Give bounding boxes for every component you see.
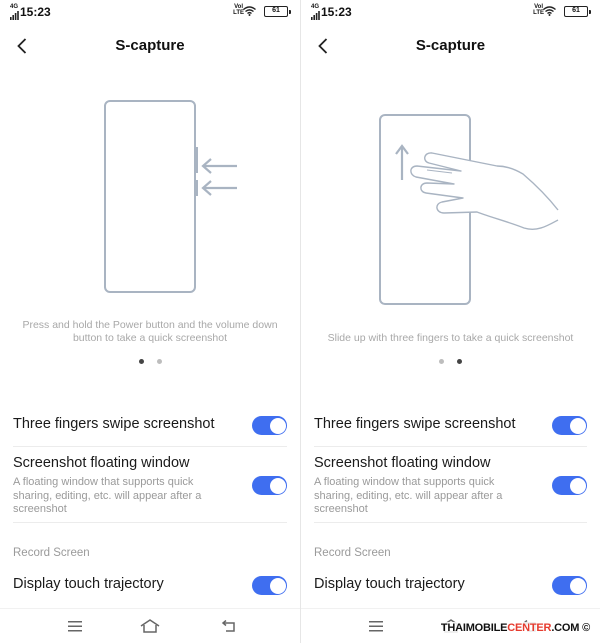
three-finger-row: Three fingers swipe screenshot (314, 416, 587, 432)
toggle-knob (569, 577, 586, 594)
divider (13, 522, 287, 523)
touch-trajectory-label: Display touch trajectory (314, 576, 465, 592)
back-icon[interactable] (218, 616, 238, 636)
record-screen-header: Record Screen (13, 547, 90, 559)
floating-window-description: A floating window that supports quick sh… (13, 476, 202, 515)
three-finger-toggle[interactable] (552, 416, 587, 435)
pager-dot-2[interactable] (156, 359, 162, 364)
wifi-icon (243, 6, 256, 16)
touch-trajectory-row: Display touch trajectory (314, 576, 587, 592)
wifi-icon (543, 6, 556, 16)
floating-window-toggle[interactable] (552, 476, 587, 495)
app-bar: S-capture (301, 26, 600, 66)
pager-dots (0, 359, 300, 367)
divider (314, 522, 587, 523)
floating-window-toggle[interactable] (252, 476, 287, 495)
signal-icon (10, 11, 19, 20)
three-finger-toggle[interactable] (252, 416, 287, 435)
touch-trajectory-row: Display touch trajectory (13, 576, 287, 592)
menu-icon[interactable] (366, 616, 386, 636)
home-icon[interactable] (140, 616, 160, 636)
battery-indicator: 61 (564, 6, 591, 17)
status-bar: 4G 15:23 Vol LTE 61 (0, 0, 300, 26)
floating-window-row: Screenshot floating window A floating wi… (314, 455, 587, 517)
floating-window-row: Screenshot floating window A floating wi… (13, 455, 287, 517)
watermark-part3: .COM (551, 622, 580, 634)
touch-trajectory-toggle[interactable] (252, 576, 287, 595)
screen-power-volume: 4G 15:23 Vol LTE 61 S-capture Press and h… (0, 0, 300, 643)
menu-icon[interactable] (65, 616, 85, 636)
pager-dot-2[interactable] (457, 359, 462, 364)
three-finger-label: Three fingers swipe screenshot (314, 416, 516, 432)
instruction-caption: Press and hold the Power button and the … (22, 319, 278, 344)
touch-trajectory-toggle[interactable] (552, 576, 587, 595)
status-time: 15:23 (321, 5, 352, 19)
pager-dot-1[interactable] (138, 359, 144, 364)
record-screen-header: Record Screen (314, 547, 391, 559)
network-type: 4G (311, 4, 320, 10)
toggle-knob (269, 577, 286, 594)
navigation-bar (0, 608, 300, 643)
battery-indicator: 61 (264, 6, 291, 17)
toggle-knob (569, 477, 586, 494)
three-finger-label: Three fingers swipe screenshot (13, 416, 215, 432)
watermark: THAIMOBILECENTER.COM © (438, 622, 592, 634)
divider (13, 446, 287, 447)
touch-trajectory-label: Display touch trajectory (13, 576, 164, 592)
pager-dots (301, 359, 600, 367)
floating-window-label: Screenshot floating window (13, 455, 190, 471)
page-title: S-capture (115, 37, 185, 54)
app-bar: S-capture (0, 26, 300, 66)
divider (314, 446, 587, 447)
phone-power-volume-icon (0, 70, 300, 315)
signal-icon (311, 11, 320, 20)
screen-three-finger: 4G 15:23 Vol LTE 61 S-capture Slide up wi… (300, 0, 600, 643)
floating-window-description: A floating window that supports quick sh… (314, 476, 503, 515)
network-type: 4G (10, 4, 19, 10)
toggle-knob (269, 417, 286, 434)
watermark-part2: CENTER (507, 622, 552, 634)
watermark-symbol: © (582, 622, 590, 634)
toggle-knob (569, 417, 586, 434)
status-bar: 4G 15:23 Vol LTE 61 (301, 0, 600, 26)
watermark-part1: THAIMOBILE (440, 622, 508, 634)
status-time: 15:23 (20, 5, 51, 19)
toggle-knob (269, 477, 286, 494)
pager-dot-1[interactable] (439, 359, 444, 364)
instruction-caption: Slide up with three fingers to take a qu… (327, 332, 574, 344)
floating-window-label: Screenshot floating window (314, 455, 491, 471)
three-finger-row: Three fingers swipe screenshot (13, 416, 287, 432)
phone-three-finger-swipe-icon (301, 70, 600, 315)
page-title: S-capture (415, 37, 486, 54)
